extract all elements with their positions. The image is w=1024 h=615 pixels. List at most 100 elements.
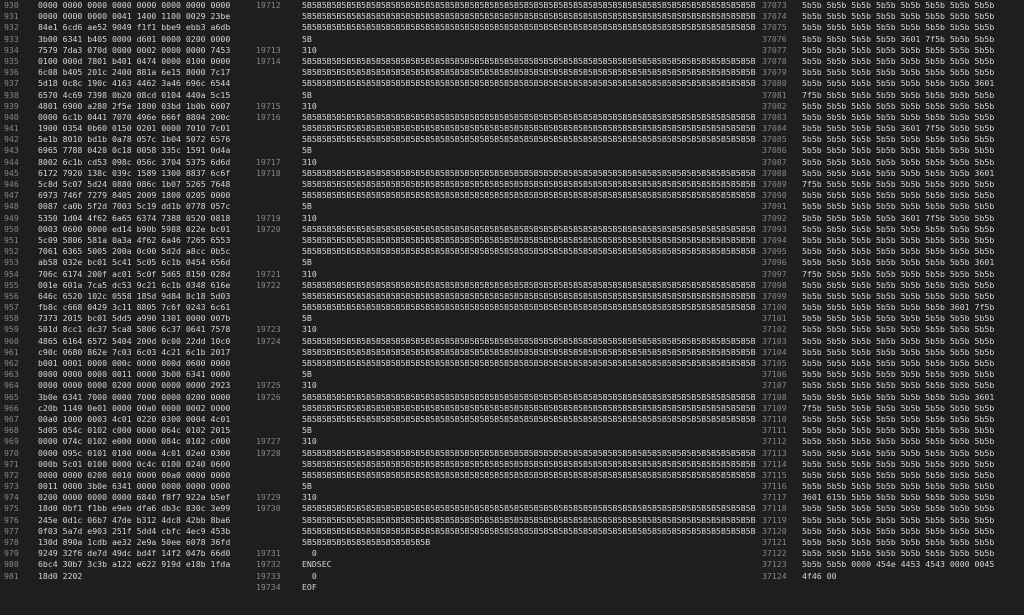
code-line[interactable]: 979 9249 32f6 de7d 49dc bd4f 14f2 047b 66… — [0, 548, 252, 559]
code-line[interactable]: 19733 0 — [252, 571, 758, 582]
code-line[interactable]: 37112 5b5b 5b5b 5b5b 5b5b 5b5b 5b5b 5b5b … — [758, 436, 1024, 447]
line-text[interactable]: 5b5b 5b5b 5b5b 5b5b 5b5b 5b5b 5b5b 5b5b — [802, 481, 994, 492]
code-line[interactable]: 37096 5b5b 5b5b 5b5b 5b5b 5b5b 5b5b 5b5b … — [758, 257, 1024, 268]
code-line[interactable]: 5B5B5B5B5B5B5B5B5B5B5B5B5B5B5B5B5B5B5B5B… — [252, 22, 758, 33]
line-text[interactable]: 0000 0000 0000 0011 0000 3b00 6341 0000 — [38, 369, 230, 380]
line-text[interactable]: 646c 6520 102c 0558 185d 9d84 8c18 5d03 — [38, 291, 230, 302]
line-text[interactable]: 5b5b 5b5b 5b5b 5b5b 5b5b 5b5b 5b5b 5b5b — [802, 190, 994, 201]
line-text[interactable]: b001 0001 0000 000c 0000 000d 0600 0000 — [38, 358, 230, 369]
code-line[interactable]: 975 18d0 0bf1 f1bb e9eb dfa6 db3c 830c 3e… — [0, 503, 252, 514]
line-text[interactable]: 5B5B5B5B5B5B5B5B5B5B5B5B5B5B5B5B5B5B5B5B… — [302, 168, 757, 179]
code-line[interactable]: 962 b001 0001 0000 000c 0000 000d 0600 00… — [0, 358, 252, 369]
line-text[interactable]: 5b5b 5b5b 5b5b 5b5b 5b5b 5b5b 5b5b 5b5b — [802, 112, 994, 123]
line-text[interactable]: 5B — [302, 257, 757, 268]
line-text[interactable]: 3601 615b 5b5b 5b5b 5b5b 5b5b 5b5b 5b5b — [802, 492, 994, 503]
code-line[interactable]: 37085 5b5b 5b5b 5b5b 5b5b 5b5b 5b5b 5b5b … — [758, 134, 1024, 145]
code-line[interactable]: 5B — [252, 425, 758, 436]
line-text[interactable]: 5B5B5B5B5B5B5B5B5B5B5B5B5B5B5B5B5B5B5B5B… — [302, 123, 757, 134]
code-line[interactable]: 943 6965 7788 0420 0c18 0058 335c 1591 0d… — [0, 145, 252, 156]
code-line[interactable]: 37110 5b5b 5b5b 5b5b 5b5b 5b5b 5b5b 5b5b … — [758, 414, 1024, 425]
line-text[interactable]: 5B — [302, 313, 757, 324]
code-line[interactable]: 37115 5b5b 5b5b 5b5b 5b5b 5b5b 5b5b 5b5b … — [758, 470, 1024, 481]
line-text[interactable]: 5d18 0c8c 190c 4163 4462 3a46 696c 6544 — [38, 78, 230, 89]
code-line[interactable]: 5B5B5B5B5B5B5B5B5B5B5B5B5B5B5B5B5B5B5B5B… — [252, 246, 758, 257]
line-text[interactable]: 5B5B5B5B5B5B5B5B5B5B5B5B5B5B5B5B5B5B5B5B… — [302, 470, 757, 481]
code-line[interactable]: 19715 310 — [252, 101, 758, 112]
line-text[interactable]: 5b5b 5b5b 5b5b 5b5b 5b5b 5b5b 5b5b 5b5b — [802, 291, 994, 302]
line-text[interactable]: 0000 0000 0000 0200 0000 0000 0000 2923 — [38, 380, 230, 391]
code-line[interactable]: 37119 5b5b 5b5b 5b5b 5b5b 5b5b 5b5b 5b5b … — [758, 515, 1024, 526]
line-text[interactable]: 5B5B5B5B5B5B5B5B5B5B5B5B5B5B5B5B5B5B5B5B… — [302, 224, 757, 235]
code-line[interactable]: 958 7373 2015 bc01 5dd5 a990 1301 0000 00… — [0, 313, 252, 324]
line-text[interactable]: 0 — [302, 571, 757, 582]
code-line[interactable]: 939 4801 6900 a280 2f5e 1800 03bd 1b0b 66… — [0, 101, 252, 112]
line-text[interactable]: 5b5b 5b5b 5b5b 5b5b 5b5b 5b5b 5b5b 5b5b — [802, 369, 994, 380]
hex-view-pane-left[interactable]: 930 0000 0000 0000 0000 0000 0000 0000 00… — [0, 0, 252, 615]
line-text[interactable]: 5B5B5B5B5B5B5B5B5B5B5B5B5B5B5B5B5B5B5B5B… — [302, 56, 757, 67]
code-line[interactable]: 963 0000 0000 0000 0011 0000 3b00 6341 00… — [0, 369, 252, 380]
code-line[interactable]: 37082 5b5b 5b5b 5b5b 5b5b 5b5b 5b5b 5b5b … — [758, 101, 1024, 112]
code-line[interactable]: 931 0000 0000 0000 0041 1400 1100 0029 23… — [0, 11, 252, 22]
line-text[interactable]: 4f46 00 — [802, 571, 837, 582]
code-line[interactable]: 951 5c09 5806 581a 0a3a 4f62 6a46 7265 65… — [0, 235, 252, 246]
code-line[interactable]: 37099 5b5b 5b5b 5b5b 5b5b 5b5b 5b5b 5b5b … — [758, 291, 1024, 302]
code-line[interactable]: 956 646c 6520 102c 0558 185d 9d84 8c18 5d… — [0, 291, 252, 302]
code-line[interactable]: 5B — [252, 313, 758, 324]
code-line[interactable]: 37080 5b5b 5b5b 5b5b 5b5b 5b5b 5b5b 5b5b … — [758, 78, 1024, 89]
code-line[interactable]: 968 5d05 054c 0102 c000 0000 064c 0102 20… — [0, 425, 252, 436]
code-line[interactable]: 19725 310 — [252, 380, 758, 391]
code-line[interactable]: 19712 5B5B5B5B5B5B5B5B5B5B5B5B5B5B5B5B5B5… — [252, 0, 758, 11]
code-line[interactable]: 946 5c8d 5c07 5d24 0880 086c 1b07 5265 76… — [0, 179, 252, 190]
line-text[interactable]: 7f5b 5b5b 5b5b 5b5b 5b5b 5b5b 5b5b 5b5b — [802, 179, 994, 190]
line-text[interactable]: c20b 1149 0e01 0000 00a0 0000 0002 0000 — [38, 403, 230, 414]
line-text[interactable]: 5b5b 5b5b 5b5b 5b5b 5b5b 5b5b 5b5b 5b5b — [802, 313, 994, 324]
code-line[interactable]: 930 0000 0000 0000 0000 0000 0000 0000 00… — [0, 0, 252, 11]
line-text[interactable]: 84e1 6cd6 ae52 9049 f1f1 bbe9 ebb3 a6db — [38, 22, 230, 33]
line-text[interactable]: 5b5b 5b5b 5b5b 5b5b 5b5b 5b5b 5b5b 5b5b — [802, 414, 994, 425]
line-text[interactable]: 5b5b 5b5b 5b5b 5b5b 5b5b 5b5b 5b5b 5b5b — [802, 448, 994, 459]
code-line[interactable]: 37084 5b5b 5b5b 5b5b 5b5b 3601 7f5b 5b5b … — [758, 123, 1024, 134]
code-line[interactable]: 945 6172 7920 138c 039c 1589 1300 8837 6c… — [0, 168, 252, 179]
line-text[interactable]: 5b5b 5b5b 5b5b 5b5b 5b5b 5b5b 5b5b 5b5b — [802, 537, 994, 548]
code-line[interactable]: 37091 5b5b 5b5b 5b5b 5b5b 5b5b 5b5b 5b5b … — [758, 201, 1024, 212]
line-text[interactable]: 0 — [302, 548, 757, 559]
line-text[interactable]: 5B5B5B5B5B5B5B5B5B5B5B5B5B5B5B5B5B5B5B5B… — [302, 358, 757, 369]
code-line[interactable]: 37089 7f5b 5b5b 5b5b 5b5b 5b5b 5b5b 5b5b … — [758, 179, 1024, 190]
line-text[interactable]: 0100 000d 7801 b401 0474 0000 0100 0000 — [38, 56, 230, 67]
line-text[interactable]: 5b5b 5b5b 5b5b 5b5b 5b5b 5b5b 5b5b 5b5b — [802, 515, 994, 526]
line-text[interactable]: 0000 0000 0000 0000 0000 0000 0000 0000 — [38, 0, 230, 11]
line-text[interactable]: 6c08 b405 201c 2400 881a 6e15 8000 7c17 — [38, 67, 230, 78]
code-line[interactable]: 37121 5b5b 5b5b 5b5b 5b5b 5b5b 5b5b 5b5b … — [758, 537, 1024, 548]
line-text[interactable]: 5b5b 5b5b 5b5b 5b5b 5b5b 5b5b 5b5b 3601 — [802, 168, 994, 179]
code-line[interactable]: 37095 5b5b 5b5b 5b5b 5b5b 5b5b 5b5b 5b5b … — [758, 246, 1024, 257]
code-line[interactable]: 19719 310 — [252, 213, 758, 224]
code-line[interactable]: 37116 5b5b 5b5b 5b5b 5b5b 5b5b 5b5b 5b5b … — [758, 481, 1024, 492]
code-line[interactable]: 981 18d0 2202 — [0, 571, 252, 582]
line-text[interactable]: 5b5b 5b5b 5b5b 5b5b 5b5b 5b5b 5b5b 5b5b — [802, 157, 994, 168]
code-line[interactable]: 19734 EOF — [252, 582, 758, 593]
line-text[interactable]: 0000 6c1b 0441 7070 496e 666f 8804 200c — [38, 112, 230, 123]
line-text[interactable]: 245e 0d1c 06b7 47de b312 4dc8 42bb 8ba6 — [38, 515, 230, 526]
line-text[interactable]: 5B — [302, 369, 757, 380]
line-text[interactable]: 5B5B5B5B5B5B5B5B5B5B5B5B5B5B5B5B5B5B5B5B… — [302, 246, 757, 257]
line-text[interactable]: 0000 0000 0000 0041 1400 1100 0029 23be — [38, 11, 230, 22]
code-line[interactable]: 972 0000 0000 0200 0010 0000 00a0 0000 00… — [0, 470, 252, 481]
code-line[interactable]: 942 5e1b 8010 bd1b 0a78 057c 1b04 5072 65… — [0, 134, 252, 145]
line-text[interactable]: 5B5B5B5B5B5B5B5B5B5B5B5B5B5B5B5B5B5B5B5B… — [302, 448, 757, 459]
code-line[interactable]: 976 245e 0d1c 06b7 47de b312 4dc8 42bb 8b… — [0, 515, 252, 526]
code-line[interactable]: 37098 5b5b 5b5b 5b5b 5b5b 5b5b 5b5b 5b5b … — [758, 280, 1024, 291]
line-text[interactable]: 0200 0000 0000 0000 6840 f8f7 922a b5ef — [38, 492, 230, 503]
line-text[interactable]: 310 — [302, 492, 757, 503]
line-text[interactable]: 0000 095c 0101 0100 000a 4c01 02e0 0300 — [38, 448, 230, 459]
line-text[interactable]: 5B5B5B5B5B5B5B5B5B5B5B5B5B5B5B5B5B5B5B5B… — [302, 503, 757, 514]
code-line[interactable]: 19728 5B5B5B5B5B5B5B5B5B5B5B5B5B5B5B5B5B5… — [252, 448, 758, 459]
code-line[interactable]: 37114 5b5b 5b5b 5b5b 5b5b 5b5b 5b5b 5b5b … — [758, 459, 1024, 470]
code-line[interactable]: 37090 5b5b 5b5b 5b5b 5b5b 5b5b 5b5b 5b5b … — [758, 190, 1024, 201]
line-text[interactable]: 5B5B5B5B5B5B5B5B5B5B5B5B5B5B5B5B5B5B5B5B… — [302, 526, 757, 537]
line-text[interactable]: 5B5B5B5B5B5B5B5B5B5B5B5B5B5B5B5B5B5B5B5B… — [302, 403, 757, 414]
code-line[interactable]: 933 3b00 6341 b405 0000 d601 0000 0200 00… — [0, 34, 252, 45]
code-line[interactable]: 37107 5b5b 5b5b 5b5b 5b5b 5b5b 5b5b 5b5b … — [758, 380, 1024, 391]
line-text[interactable]: 5b5b 5b5b 5b5b 5b5b 5b5b 5b5b 5b5b 5b5b — [802, 548, 994, 559]
line-text[interactable]: 5B — [302, 481, 757, 492]
code-line[interactable]: 932 84e1 6cd6 ae52 9049 f1f1 bbe9 ebb3 a6… — [0, 22, 252, 33]
